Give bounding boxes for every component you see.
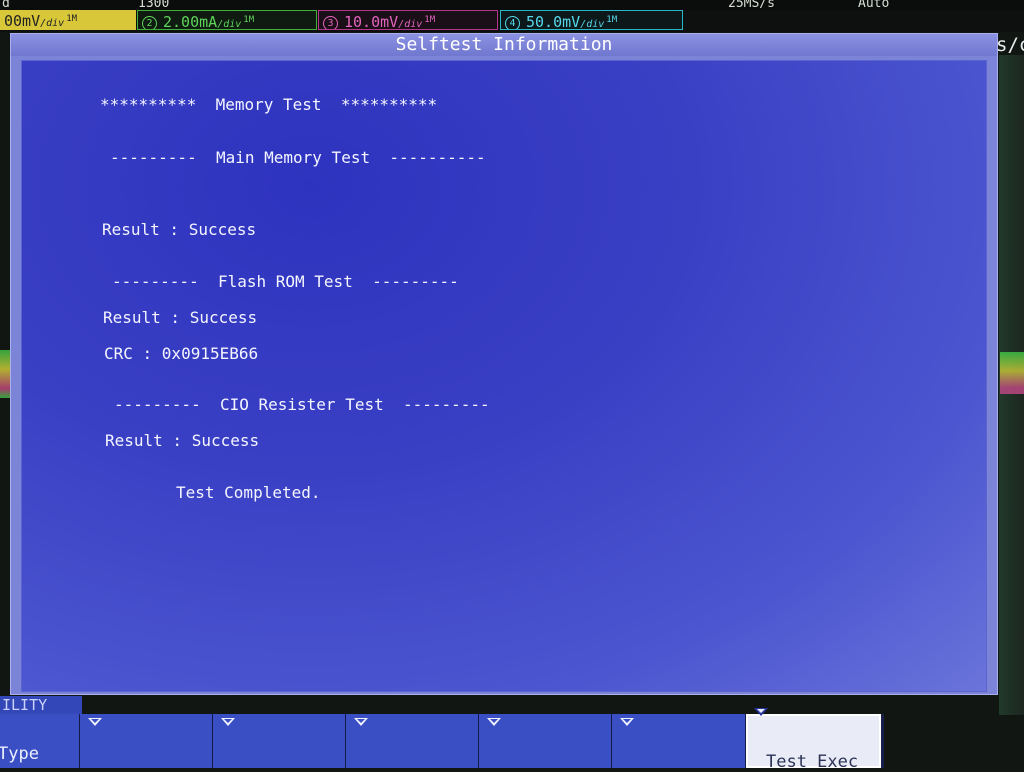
channel-4-impedance: 1M [606,15,618,25]
softkey-4[interactable] [346,714,479,768]
selftest-dialog: Selftest Information ********** Memory T… [10,33,998,695]
softkey-6-arrow-icon [620,718,634,726]
softkey-4-arrow-icon [354,718,368,726]
softkey-type[interactable]: Type [0,714,80,768]
test-exec-label: Test Exec [766,752,859,772]
channel-3-indicator[interactable]: 3 10.0mV/div 1M [318,10,498,30]
channel-1-unit: /div [40,18,65,29]
channel-3-impedance: 1M [424,15,436,25]
cio-register-result: Result : Success [105,431,260,450]
channel-2-number: 2 [142,16,157,29]
main-memory-result: Result : Success [102,220,257,239]
flash-rom-crc: CRC : 0x0915EB66 [104,344,259,363]
channel-1-impedance: 1M [66,14,78,24]
channel-1-indicator[interactable]: 00mV/div 1M [0,10,136,30]
channel-2-value: 2.00mA [163,13,218,30]
channel-bar: 00mV/div 1M 2 2.00mA/div 1M 3 10.0mV/div 1M 4… [0,10,1024,32]
softkey-5[interactable] [479,714,612,768]
waveform-trace-right [1000,352,1024,394]
channel-2-indicator[interactable]: 2 2.00mA/div 1M [137,10,317,30]
memory-test-header: ********** Memory Test ********** [100,95,438,114]
softkey-6[interactable] [612,714,746,768]
channel-4-number: 4 [505,16,520,29]
channel-4-value: 50.0mV [526,13,581,30]
selftest-results-panel: ********** Memory Test ********** ------… [21,60,987,692]
channel-4-unit: /div [580,19,605,30]
dialog-title: Selftest Information [11,34,997,56]
test-exec-button[interactable]: Test Exec [746,708,881,772]
test-exec-arrow-icon [754,708,768,716]
channel-2-impedance: 1M [243,15,255,25]
flash-rom-result: Result : Success [103,308,258,327]
channel-1-value: 00mV [4,12,41,30]
channel-3-value: 10.0mV [344,13,399,30]
test-completed-message: Test Completed. [176,483,321,502]
channel-4-indicator[interactable]: 4 50.0mV/div 1M [500,10,683,30]
channel-2-unit: /div [217,19,242,30]
softkey-5-arrow-icon [487,718,501,726]
top-status-strip: d 1300 25MS/s Auto [0,0,1024,11]
menu-tab-utility[interactable]: ILITY [0,696,82,714]
channel-3-number: 3 [323,16,338,29]
softkey-3-arrow-icon [221,718,235,726]
main-memory-test-header: --------- Main Memory Test ---------- [110,148,486,167]
channel-3-unit: /div [398,19,423,30]
side-readout: s/c [996,34,1024,56]
softkey-type-label: Type [0,744,39,764]
cio-register-test-header: --------- CIO Resister Test --------- [114,395,490,414]
softkey-3[interactable] [213,714,346,768]
flash-rom-test-header: --------- Flash ROM Test --------- [112,272,459,291]
softkey-2-arrow-icon [88,718,102,726]
softkey-2[interactable] [80,714,213,768]
